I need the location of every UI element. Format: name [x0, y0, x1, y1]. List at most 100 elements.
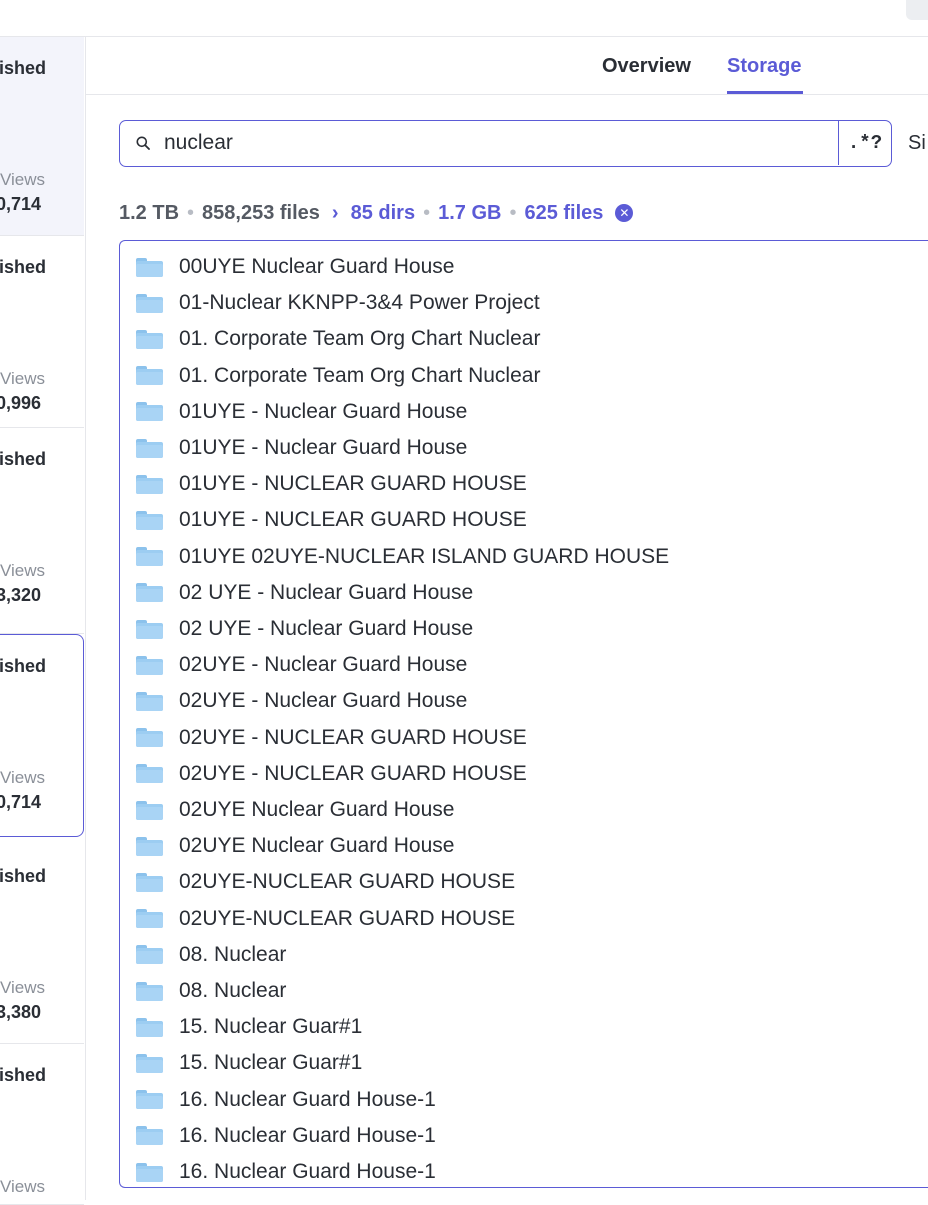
- folder-row[interactable]: 02UYE - NUCLEAR GUARD HOUSE: [136, 756, 527, 792]
- folder-row[interactable]: 02UYE - Nuclear Guard House: [136, 647, 467, 683]
- folder-name: 16. Nuclear Guard House-1: [179, 1087, 436, 1111]
- folder-row[interactable]: 16. Nuclear Guard House-1: [136, 1118, 436, 1154]
- folder-icon: [136, 474, 163, 494]
- views-label: Views: [0, 1177, 46, 1196]
- folder-icon: [136, 1126, 163, 1146]
- views-label: Views: [0, 978, 46, 997]
- separator-dot: •: [423, 201, 431, 224]
- folder-row[interactable]: 08. Nuclear: [136, 937, 286, 973]
- sidebar-card[interactable]: lished Views: [0, 1044, 84, 1205]
- published-label: lished: [0, 656, 47, 676]
- published-label: lished: [0, 58, 47, 78]
- sidebar-card[interactable]: lished Views 0,714: [0, 37, 84, 236]
- folder-icon: [136, 619, 163, 639]
- regex-toggle-button[interactable]: .*?: [838, 121, 891, 165]
- search-input[interactable]: [164, 129, 804, 157]
- folder-icon: [136, 402, 163, 422]
- sidebar-card[interactable]: lished Views 3,380: [0, 845, 84, 1044]
- folder-name: 02UYE Nuclear Guard House: [179, 798, 455, 821]
- search-box: .*?: [119, 120, 892, 167]
- tab-overview[interactable]: Overview: [602, 55, 691, 78]
- folder-name: 16. Nuclear Guard House-1: [179, 1123, 436, 1147]
- folder-icon: [136, 909, 163, 929]
- folder-row[interactable]: 01. Corporate Team Org Chart Nuclear: [136, 358, 540, 394]
- folder-name: 08. Nuclear: [179, 942, 287, 966]
- folder-row[interactable]: 02 UYE - Nuclear Guard House: [136, 575, 473, 611]
- folder-icon: [136, 583, 163, 603]
- folder-icon: [136, 655, 163, 675]
- folder-icon: [136, 510, 163, 530]
- views-count: 3,320: [0, 585, 42, 605]
- corner-button[interactable]: [906, 0, 928, 20]
- folder-name: 01UYE - Nuclear Guard House: [179, 399, 468, 423]
- folder-name: 08. Nuclear: [179, 979, 287, 1002]
- folder-icon: [136, 800, 163, 820]
- views-label: Views: [0, 369, 46, 388]
- folder-row[interactable]: 02UYE-NUCLEAR GUARD HOUSE: [136, 864, 515, 900]
- folder-icon: [136, 257, 163, 277]
- folder-row[interactable]: 15. Nuclear Guar#1: [136, 1045, 362, 1081]
- folder-name: 02UYE - NUCLEAR GUARD HOUSE: [179, 725, 527, 749]
- folder-name: 01. Corporate Team Org Chart Nuclear: [179, 327, 541, 351]
- folder-row[interactable]: 02UYE Nuclear Guard House: [136, 792, 454, 828]
- folder-row[interactable]: 15. Nuclear Guar#1: [136, 1009, 362, 1045]
- folder-row[interactable]: 16. Nuclear Guard House-1: [136, 1154, 436, 1187]
- views-label: Views: [0, 170, 46, 189]
- views-label: Views: [0, 561, 46, 580]
- folder-name: 01UYE 02UYE-NUCLEAR ISLAND GUARD HOUSE: [179, 544, 670, 568]
- folder-row[interactable]: 02UYE Nuclear Guard House: [136, 828, 454, 864]
- folder-name: 01UYE - Nuclear Guard House: [179, 436, 468, 459]
- folder-icon: [136, 945, 163, 965]
- folder-row[interactable]: 08. Nuclear: [136, 973, 286, 1009]
- folder-row[interactable]: 16. Nuclear Guard House-1: [136, 1082, 436, 1118]
- folder-name: 01. Corporate Team Org Chart Nuclear: [179, 363, 541, 387]
- folder-name: 01-Nuclear KKNPP-3&4 Power Project: [179, 291, 540, 315]
- folder-row[interactable]: 01-Nuclear KKNPP-3&4 Power Project: [136, 285, 540, 321]
- published-label: lished: [0, 449, 47, 469]
- folder-icon: [136, 728, 163, 748]
- folder-row[interactable]: 01UYE - Nuclear Guard House: [136, 430, 467, 466]
- tab-storage[interactable]: Storage: [727, 55, 801, 78]
- total-size: 1.2 TB: [119, 201, 180, 224]
- folder-row[interactable]: 02UYE-NUCLEAR GUARD HOUSE: [136, 901, 515, 937]
- folder-name: 02UYE - Nuclear Guard House: [179, 653, 468, 677]
- folder-name: 02UYE-NUCLEAR GUARD HOUSE: [179, 870, 516, 894]
- folder-icon: [136, 1162, 163, 1182]
- folder-name: 15. Nuclear Guar#1: [179, 1015, 363, 1039]
- folder-icon: [136, 1017, 163, 1037]
- folder-icon: [136, 764, 163, 784]
- folder-row[interactable]: 00UYE Nuclear Guard House: [136, 249, 454, 285]
- clear-filter-icon[interactable]: ✕: [615, 204, 634, 222]
- folder-icon: [136, 547, 163, 567]
- folder-row[interactable]: 02 UYE - Nuclear Guard House: [136, 611, 473, 647]
- separator-dot: •: [187, 201, 195, 224]
- sidebar-card[interactable]: lished Views 0,996: [0, 236, 84, 428]
- filtered-size: 1.7 GB: [438, 201, 502, 224]
- folder-row[interactable]: 02UYE - NUCLEAR GUARD HOUSE: [136, 720, 527, 756]
- views-label: Views: [0, 768, 46, 787]
- folder-name: 16. Nuclear Guard House-1: [179, 1160, 436, 1183]
- folder-row[interactable]: 02UYE - Nuclear Guard House: [136, 683, 467, 719]
- folder-icon: [136, 1053, 163, 1073]
- sidebar-card[interactable]: lished Views 0,714: [0, 634, 84, 837]
- folder-list: 00UYE Nuclear Guard House 01-Nuclear KKNP…: [119, 240, 928, 1188]
- folder-icon: [136, 329, 163, 349]
- separator-dot: •: [509, 201, 517, 224]
- folder-row[interactable]: 01UYE - Nuclear Guard House: [136, 394, 467, 430]
- published-label: lished: [0, 1065, 47, 1085]
- tab-bar: Overview Storage: [86, 37, 928, 95]
- folder-row[interactable]: 01UYE - NUCLEAR GUARD HOUSE: [136, 466, 527, 502]
- filtered-files: 625 files: [524, 201, 604, 224]
- folder-row[interactable]: 01UYE - NUCLEAR GUARD HOUSE: [136, 502, 527, 538]
- total-files: 858,253 files: [202, 201, 320, 224]
- size-label: Si: [908, 132, 926, 154]
- folder-icon: [136, 836, 163, 856]
- sidebar-card[interactable]: lished Views 3,320: [0, 428, 84, 634]
- folder-icon: [136, 872, 163, 892]
- folder-name: 15. Nuclear Guar#1: [179, 1051, 363, 1075]
- views-count: 3,380: [0, 1002, 42, 1022]
- folder-name: 01UYE - NUCLEAR GUARD HOUSE: [179, 472, 527, 496]
- folder-row[interactable]: 01. Corporate Team Org Chart Nuclear: [136, 321, 540, 357]
- folder-name: 02UYE-NUCLEAR GUARD HOUSE: [179, 906, 516, 930]
- folder-row[interactable]: 01UYE 02UYE-NUCLEAR ISLAND GUARD HOUSE: [136, 539, 669, 575]
